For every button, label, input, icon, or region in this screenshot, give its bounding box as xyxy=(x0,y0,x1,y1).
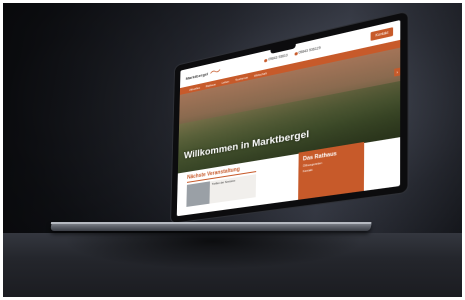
phone-contact[interactable]: 09843 93610 xyxy=(264,53,288,63)
laptop-base-edge xyxy=(50,222,372,224)
hero-landscape xyxy=(177,80,401,174)
photo-scene: Marktbergel 09843 93610 09843 936129 Kon… xyxy=(3,3,462,297)
laptop: Marktbergel 09843 93610 09843 936129 Kon… xyxy=(3,3,462,297)
event-image xyxy=(186,181,210,207)
laptop-screen: Marktbergel 09843 93610 09843 936129 Kon… xyxy=(176,19,401,217)
logo-wave-icon xyxy=(210,68,220,74)
fax-icon xyxy=(294,51,298,56)
site-logo[interactable]: Marktbergel xyxy=(186,68,220,81)
fax-number: 09843 936129 xyxy=(298,45,321,55)
event-title: Treffen der Senioren xyxy=(211,179,236,187)
phone-icon xyxy=(264,58,268,63)
cta-button[interactable]: Kontakt xyxy=(370,27,394,41)
slider-next-arrow[interactable]: › xyxy=(394,67,401,77)
fax-contact[interactable]: 09843 936129 xyxy=(294,46,321,56)
logo-text: Marktbergel xyxy=(185,70,209,81)
laptop-lid: Marktbergel 09843 93610 09843 936129 Kon… xyxy=(171,11,408,223)
rathaus-panel[interactable]: Das Rathaus Öffnungszeiten Kontakt xyxy=(298,141,365,200)
phone-number: 09843 93610 xyxy=(268,53,288,62)
